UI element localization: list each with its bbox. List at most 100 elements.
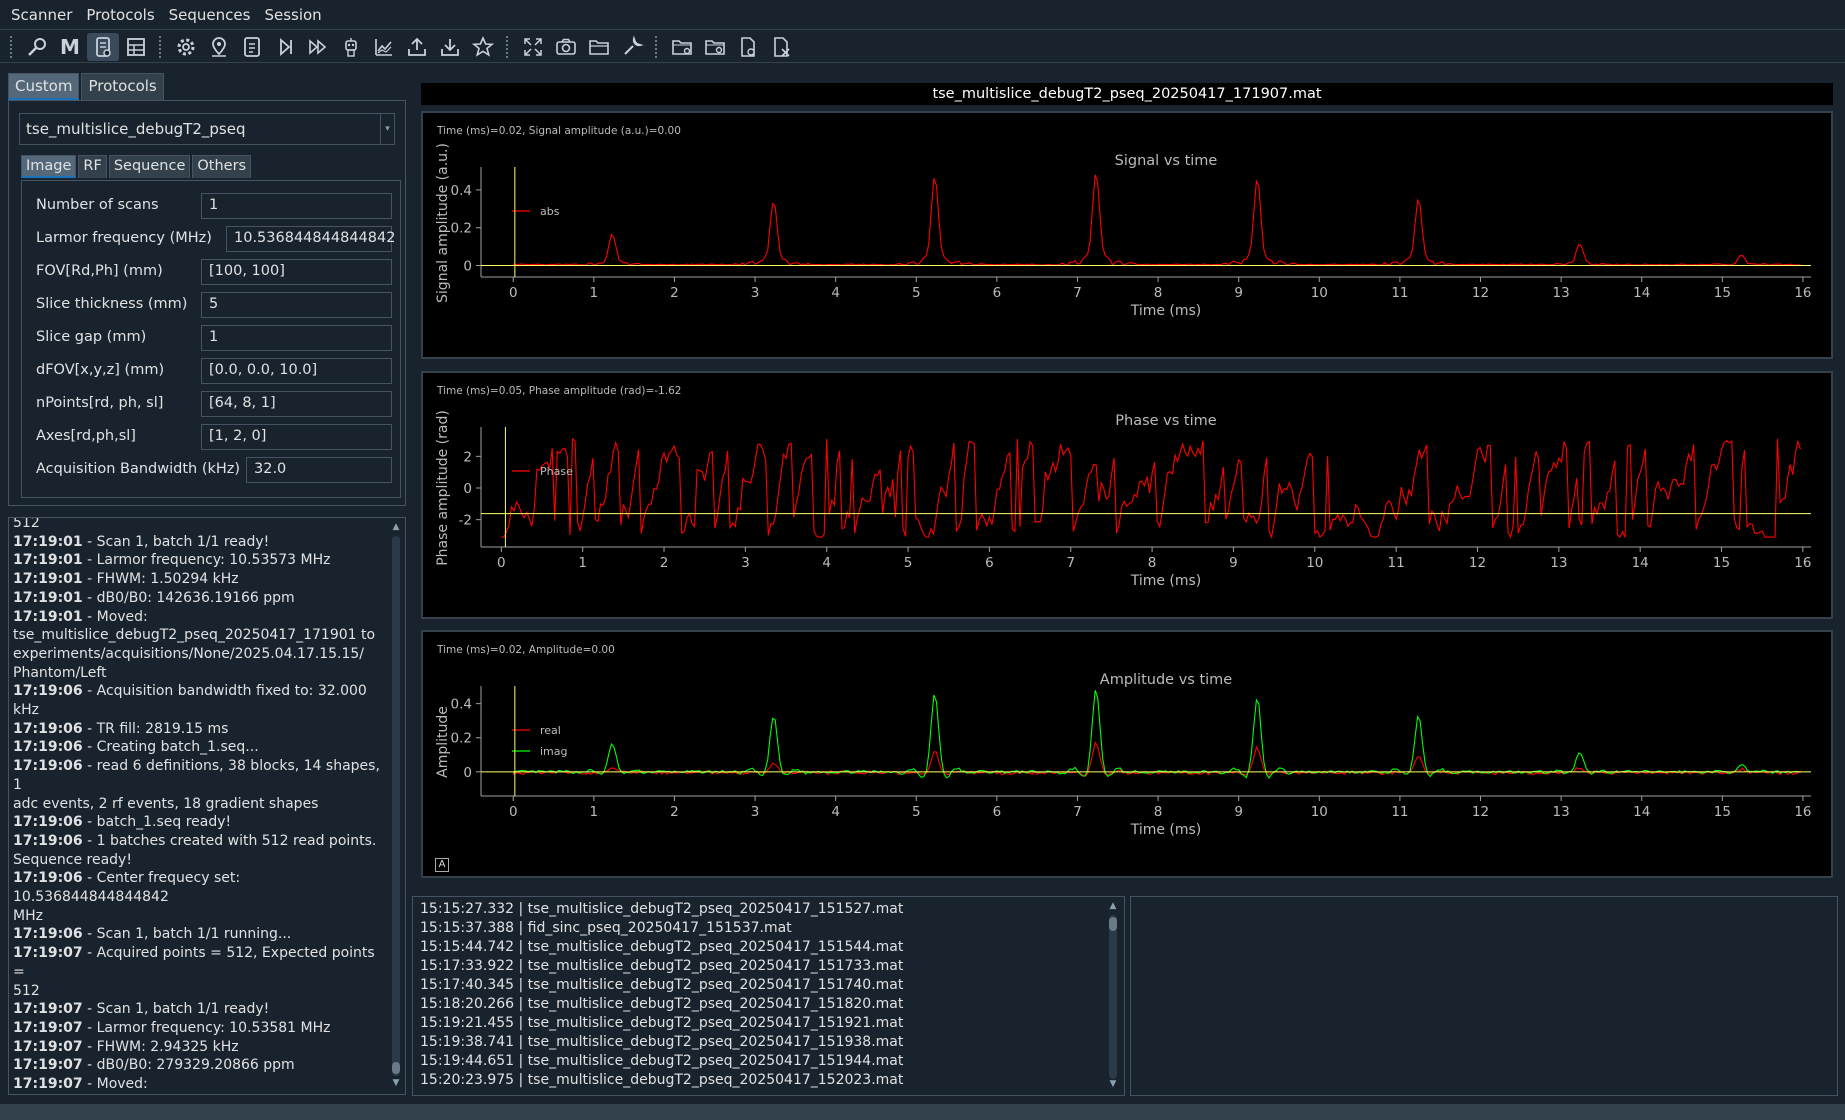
play-icon[interactable] — [269, 33, 301, 61]
fullscreen-icon[interactable] — [517, 33, 549, 61]
scroll-track[interactable] — [1109, 915, 1117, 1079]
log-timestamp: 17:19:07 — [13, 1057, 83, 1074]
tab-image[interactable]: Image — [21, 155, 77, 178]
search-icon[interactable] — [21, 33, 53, 61]
scroll-up-icon[interactable]: ▲ — [1106, 901, 1120, 911]
tab-others[interactable]: Others — [192, 155, 252, 178]
x-tick-label: 4 — [831, 285, 840, 301]
history-item[interactable]: 15:20:23.975 | tse_multislice_debugT2_ps… — [420, 1072, 903, 1088]
camera-icon[interactable] — [550, 33, 582, 61]
tab-sequence[interactable]: Sequence — [108, 155, 191, 178]
delete-file-icon[interactable] — [765, 33, 797, 61]
chevron-down-icon[interactable]: ▾ — [380, 114, 394, 144]
log-message: MHz — [13, 907, 43, 924]
checklist-icon[interactable] — [236, 33, 268, 61]
toolbar-grip[interactable] — [10, 35, 16, 58]
left-panel: Custom Protocols — [8, 73, 406, 100]
scroll-handle[interactable] — [1109, 917, 1117, 931]
param-label: nPoints[rd, ph, sl] — [36, 395, 164, 411]
x-tick-label: 1 — [590, 804, 599, 820]
save-folder-icon[interactable] — [699, 33, 731, 61]
upload-icon[interactable] — [401, 33, 433, 61]
npoints-input[interactable]: [64, 8, 1] — [201, 391, 392, 417]
download-icon[interactable] — [434, 33, 466, 61]
series-line-abs — [513, 174, 1801, 266]
menu-scanner[interactable]: Scanner — [4, 6, 79, 24]
history-item[interactable]: 15:15:44.742 | tse_multislice_debugT2_ps… — [420, 939, 903, 955]
fov-input[interactable]: [100, 100] — [201, 259, 392, 285]
scroll-handle[interactable] — [392, 1062, 400, 1074]
slice-thickness-input[interactable]: 5 — [201, 292, 392, 318]
auto-range-button[interactable]: A — [435, 858, 449, 872]
series-line-imag — [512, 690, 1801, 779]
wrench-icon[interactable] — [616, 33, 648, 61]
axes-input[interactable]: [1, 2, 0] — [201, 424, 392, 450]
history-item[interactable]: 15:15:37.388 | fid_sinc_pseq_20250417_15… — [420, 920, 792, 936]
menu-session[interactable]: Session — [257, 6, 328, 24]
log-timestamp: 17:19:07 — [13, 1019, 83, 1036]
log-timestamp: 17:19:01 — [13, 533, 83, 550]
y-axis-label: Signal amplitude (a.u.) — [435, 143, 451, 303]
fast-forward-icon[interactable] — [302, 33, 334, 61]
history-item[interactable]: 15:17:33.922 | tse_multislice_debugT2_ps… — [420, 958, 903, 974]
scroll-down-icon[interactable]: ▼ — [389, 1078, 403, 1088]
amplitude-plot[interactable]: Time (ms)=0.02, Amplitude=0.00 A Amplitu… — [421, 630, 1833, 878]
new-file-icon[interactable] — [732, 33, 764, 61]
scroll-up-icon[interactable]: ▲ — [389, 522, 403, 532]
larmor-frequency-input[interactable]: 10.536844844844842 — [226, 226, 395, 252]
x-tick-label: 3 — [751, 285, 760, 301]
log-timestamp: 17:19:06 — [13, 758, 83, 775]
mariange-logo-icon[interactable]: M — [54, 33, 86, 61]
tab-rf[interactable]: RF — [78, 155, 107, 178]
acquisition-bandwidth-input[interactable]: 32.0 — [246, 457, 392, 483]
location-icon[interactable] — [203, 33, 235, 61]
history-item[interactable]: 15:19:38.741 | tse_multislice_debugT2_ps… — [420, 1034, 903, 1050]
log-message: - 1 batches created with 512 read points… — [82, 832, 377, 849]
history-item[interactable]: 15:17:40.345 | tse_multislice_debugT2_ps… — [420, 977, 903, 993]
tab-custom[interactable]: Custom — [8, 73, 80, 100]
param-tabbar: Image RF Sequence Others — [21, 155, 252, 178]
number-of-scans-input[interactable]: 1 — [201, 193, 392, 219]
tab-protocols[interactable]: Protocols — [81, 73, 164, 100]
log-timestamp: 17:19:01 — [13, 608, 83, 625]
menu-protocols[interactable]: Protocols — [79, 6, 161, 24]
new-folder-icon[interactable] — [666, 33, 698, 61]
log-timestamp: 17:19:07 — [13, 945, 83, 962]
scroll-down-icon[interactable]: ▼ — [1106, 1079, 1120, 1089]
signal-plot[interactable]: Time (ms)=0.02, Signal amplitude (a.u.)=… — [421, 111, 1833, 359]
x-tick-label: 2 — [670, 804, 679, 820]
log-line: 17:19:07 - Scan 1, batch 1/1 ready! — [13, 1000, 385, 1019]
sequence-select[interactable]: tse_multislice_debugT2_pseq ▾ — [19, 113, 395, 145]
history-item[interactable]: 15:15:27.332 | tse_multislice_debugT2_ps… — [420, 901, 903, 917]
robot-icon[interactable] — [335, 33, 367, 61]
param-label: Larmor frequency (MHz) — [36, 230, 212, 246]
log-message: - FHWM: 2.94325 kHz — [82, 1038, 239, 1055]
log-line: Phantom/Left — [13, 664, 385, 683]
history-list[interactable]: 15:15:27.332 | tse_multislice_debugT2_ps… — [412, 896, 1125, 1096]
folder-icon[interactable] — [583, 33, 615, 61]
log-scrollbar[interactable]: ▲ ▼ — [389, 518, 405, 1094]
slice-gap-input[interactable]: 1 — [201, 325, 392, 351]
phase-plot[interactable]: Time (ms)=0.05, Phase amplitude (rad)=-1… — [421, 371, 1833, 619]
dfov-input[interactable]: [0.0, 0.0, 10.0] — [201, 358, 392, 384]
settings-icon[interactable] — [170, 33, 202, 61]
x-tick-label: 0 — [509, 804, 518, 820]
log-console[interactable]: 512 17:19:01 - Scan 1, batch 1/1 ready! 17… — [8, 517, 406, 1095]
device-icon[interactable] — [87, 32, 119, 61]
star-icon[interactable] — [467, 33, 499, 61]
history-item[interactable]: 15:18:20.266 | tse_multislice_debugT2_ps… — [420, 996, 903, 1012]
legend-label: real — [540, 724, 561, 737]
scroll-track[interactable] — [392, 536, 400, 1076]
history-scrollbar[interactable]: ▲ ▼ — [1106, 897, 1122, 1095]
x-tick-label: 0 — [509, 285, 518, 301]
grid-icon[interactable] — [120, 33, 152, 61]
history-item[interactable]: 15:19:44.651 | tse_multislice_debugT2_ps… — [420, 1053, 903, 1069]
param-label: Slice gap (mm) — [36, 329, 147, 345]
menu-sequences[interactable]: Sequences — [162, 6, 258, 24]
chart-icon[interactable] — [368, 33, 400, 61]
y-tick-label: 2 — [463, 449, 472, 465]
x-tick-label: 6 — [985, 555, 994, 571]
log-line: 17:19:01 - Larmor frequency: 10.53573 MH… — [13, 551, 385, 570]
history-item[interactable]: 15:19:21.455 | tse_multislice_debugT2_ps… — [420, 1015, 903, 1031]
y-tick-label: 0 — [463, 481, 472, 497]
